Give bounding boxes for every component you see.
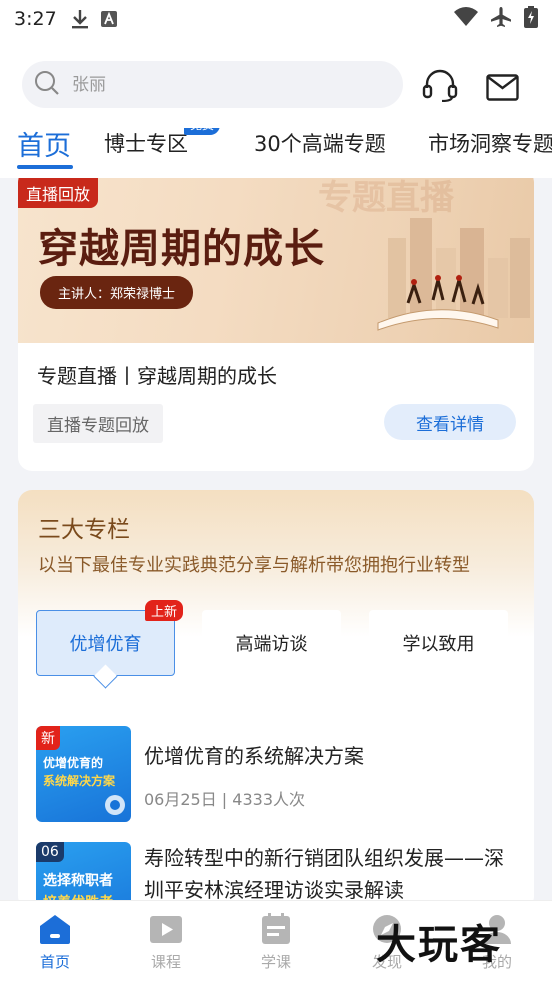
article-thumb-line1: 选择称职者 (43, 873, 113, 889)
free-badge: 免费 (184, 128, 221, 135)
article-thumb-line2: 系统解决方案 (43, 774, 116, 788)
wifi-icon (454, 7, 478, 31)
article-meta: 06月25日 | 4333人次 (144, 790, 306, 809)
battery-icon (524, 6, 538, 32)
article-thumbnail: 06 选择称职者 培养优胜者 (36, 842, 131, 900)
columns-card: 三大专栏 以当下最佳专业实践典范分享与解析带您拥抱行业转型 上新 优增优育 高端… (18, 490, 534, 900)
status-time: 3:27 (14, 8, 57, 30)
column-tab-interview[interactable]: 高端访谈 (202, 610, 341, 676)
columns-subtitle: 以当下最佳专业实践典范分享与解析带您拥抱行业转型 (38, 555, 470, 576)
featured-card[interactable]: 专题直播 直播回放 穿越周期的成长 主讲人：郑荣禄博士 专题直播丨穿越周期的成长… (18, 178, 534, 471)
category-tabs: 首页 博士专区 免费 30个高端专题 市场洞察专题 (0, 128, 552, 178)
live-replay-tag: 直播回放 (18, 178, 99, 208)
column-tab-label: 学以致用 (402, 634, 475, 655)
headset-icon[interactable] (422, 68, 458, 106)
columns-title: 三大专栏 (38, 517, 130, 543)
nav-home[interactable]: 首页 (15, 913, 95, 972)
nav-label: 学课 (260, 953, 291, 971)
column-tab-apply[interactable]: 学以致用 (369, 610, 508, 676)
main-content: 专题直播 直播回放 穿越周期的成长 主讲人：郑荣禄博士 专题直播丨穿越周期的成长… (0, 178, 552, 900)
nav-label: 首页 (39, 953, 70, 971)
article-thumb-tag: 新 (36, 726, 60, 750)
search-icon (34, 70, 60, 100)
tab-doctor-zone[interactable]: 博士专区 (104, 128, 188, 158)
column-tab-label: 优增优育 (69, 634, 142, 655)
article-item[interactable]: 06 选择称职者 培养优胜者 寿险转型中的新行销团队组织发展——深圳平安林滨经理… (36, 842, 516, 900)
download-icon (71, 9, 89, 29)
banner-speaker: 主讲人：郑荣禄博士 (40, 276, 194, 309)
mail-icon[interactable] (486, 74, 519, 105)
article-item[interactable]: 新 优增优育的 系统解决方案 优增优育的系统解决方案 06月25日 | 4333… (36, 726, 516, 822)
view-details-button[interactable]: 查看详情 (384, 404, 516, 440)
airplane-icon (490, 6, 512, 32)
tab-market-insight[interactable]: 市场洞察专题 (428, 128, 552, 158)
article-thumb-line1: 优增优育的 (43, 756, 104, 770)
play-icon (150, 916, 182, 943)
chat-bubble-icon (105, 795, 125, 815)
featured-title: 专题直播丨穿越周期的成长 (37, 364, 277, 388)
article-thumb-tag: 06 (36, 842, 64, 862)
featured-banner[interactable]: 专题直播 直播回放 穿越周期的成长 主讲人：郑荣禄博士 (18, 178, 534, 343)
nav-courses[interactable]: 课程 (126, 913, 206, 972)
status-bar: 3:27 (0, 0, 552, 38)
tab-premium-topics[interactable]: 30个高端专题 (254, 128, 386, 158)
tab-home[interactable]: 首页 (17, 128, 71, 163)
watermark-logo: 大玩客 (376, 922, 502, 968)
nav-study[interactable]: 学课 (236, 913, 316, 972)
article-thumb-line2: 培养优胜者 (43, 892, 113, 900)
article-title: 优增优育的系统解决方案 (144, 744, 364, 768)
city-illustration (377, 218, 530, 331)
article-title: 寿险转型中的新行销团队组织发展——深圳平安林滨经理访谈实录解读 (144, 846, 504, 900)
new-badge: 上新 (145, 600, 184, 621)
search-bar[interactable] (22, 61, 403, 108)
search-input[interactable] (72, 74, 352, 95)
article-thumbnail: 新 优增优育的 系统解决方案 (36, 726, 131, 822)
banner-title: 穿越周期的成长 (38, 226, 325, 272)
active-tab-indicator (17, 165, 73, 169)
font-icon (100, 11, 117, 27)
column-tab-label: 高端访谈 (235, 634, 308, 655)
home-icon (40, 915, 70, 944)
featured-tag: 直播专题回放 (33, 404, 163, 443)
top-header: 首页 博士专区 免费 30个高端专题 市场洞察专题 (0, 38, 552, 178)
nav-label: 课程 (150, 953, 181, 971)
notebook-icon (262, 913, 290, 944)
